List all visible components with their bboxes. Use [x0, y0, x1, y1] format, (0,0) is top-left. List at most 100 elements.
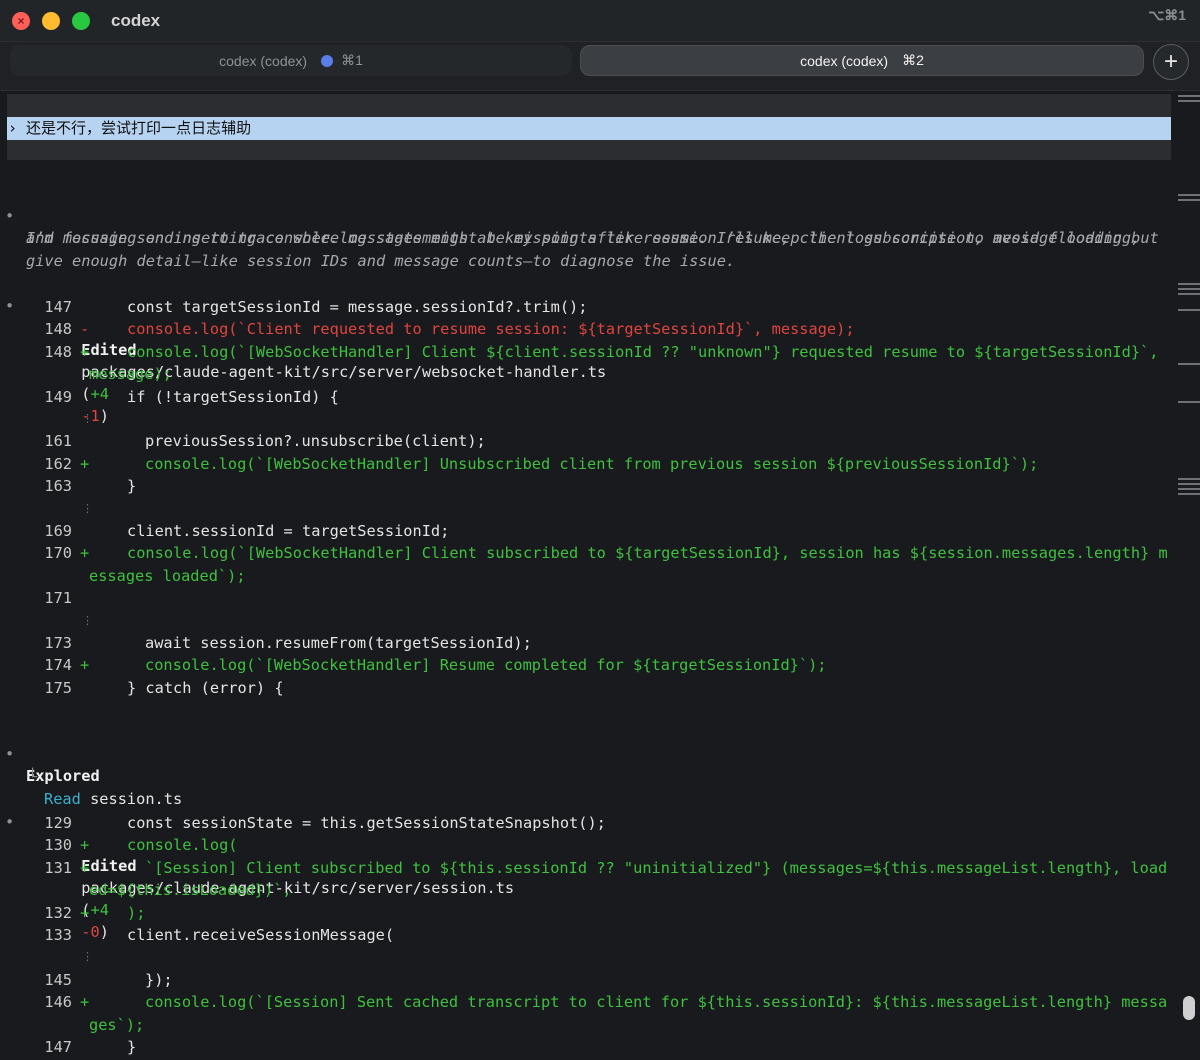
thinking-line: • I’m focusing on inserting console.log …: [0, 183, 1175, 247]
terminal-pane[interactable]: › 还是不行，尝试打印一点日志辅助 • I’m focusing on inse…: [0, 90, 1200, 1060]
tab-codex-2[interactable]: codex (codex) ⌘2: [580, 45, 1144, 76]
line-number: 148: [44, 320, 72, 339]
tab-label: codex (codex): [800, 52, 889, 69]
code-text: const targetSessionId = message.sessionI…: [127, 298, 588, 316]
diff-row: 161 previousSession?.unsubscribe(client);: [0, 430, 1175, 452]
ellipsis-icon: ⋮: [82, 501, 93, 515]
code-text: console.log(`[WebSocketHandler] Client $…: [127, 342, 1159, 361]
diff-row: 131 + `[Session] Client subscribed to ${th…: [0, 857, 1175, 879]
scrollbar-thumb[interactable]: [1183, 996, 1195, 1020]
code-text: previousSession?.unsubscribe(client);: [145, 432, 486, 451]
scroll-marker: [1178, 488, 1200, 490]
diff-row: ⋮: [0, 946, 1175, 968]
scroll-marker: [1178, 478, 1200, 480]
ellipsis-icon: ⋮: [82, 412, 93, 425]
tab-label: codex (codex): [219, 52, 308, 69]
line-number: 148: [44, 342, 72, 361]
diff-sign: +: [80, 544, 90, 563]
diff-row: essages loaded`);: [0, 565, 1175, 587]
diff-row: 171: [0, 587, 1175, 609]
diff-row: ed=${this.isLoaded})`,: [0, 879, 1175, 901]
code-text: }: [127, 477, 137, 496]
diff-row: 175 } catch (error) {: [0, 677, 1175, 699]
code-text: `[Session] Client subscribed to ${this.s…: [145, 858, 1168, 877]
scroll-marker: [1178, 309, 1200, 311]
code-text: if (!targetSessionId) {: [127, 387, 339, 406]
code-text: message);: [89, 365, 172, 384]
code-text: } catch (error) {: [127, 678, 284, 697]
diff-sign: +: [80, 454, 90, 473]
diff-row: 149 if (!targetSessionId) {: [0, 386, 1175, 408]
explored-item: └ Read session.ts: [0, 744, 1175, 808]
line-number: 161: [44, 432, 72, 451]
diff-row: 170 + console.log(`[WebSocketHandler] Clie…: [0, 542, 1175, 564]
scroll-marker: [1178, 363, 1200, 365]
diff-sign: +: [80, 903, 90, 922]
scroll-marker: [1178, 283, 1200, 285]
diff-sign: -: [80, 320, 90, 339]
ellipsis-icon: ⋮: [82, 950, 93, 964]
line-number: 171: [44, 589, 72, 608]
tree-branch-icon: └: [28, 768, 38, 786]
line-number: 146: [44, 993, 72, 1012]
diff-row: 173 await session.resumeFrom(targetSessio…: [0, 632, 1175, 654]
diff-row: 174 + console.log(`[WebSocketHandler] Resu…: [0, 654, 1175, 676]
diff-row: 169 client.sessionId = targetSessionId;: [0, 520, 1175, 542]
code-text: );: [127, 903, 146, 922]
diff-row: ⋮: [0, 408, 1175, 430]
code-text: }: [127, 1038, 137, 1056]
line-number: 133: [44, 926, 72, 944]
scrollbar[interactable]: [1178, 91, 1200, 1060]
diff-sign: +: [80, 858, 90, 877]
edit-header: • Edited packages/claude-agent-kit/src/s…: [0, 789, 1175, 941]
line-number: 147: [44, 1038, 72, 1056]
line-number: 145: [44, 970, 72, 989]
new-tab-button[interactable]: +: [1153, 44, 1189, 80]
diff-row: 163}: [0, 475, 1175, 497]
diff-row: 145});: [0, 969, 1175, 991]
user-prompt: › 还是不行，尝试打印一点日志辅助: [7, 117, 1171, 140]
scroll-marker: [1178, 194, 1200, 196]
code-text: ges`);: [89, 1015, 145, 1034]
scroll-marker: [1178, 288, 1200, 290]
scroll-marker: [1178, 100, 1200, 102]
line-number: 130: [44, 836, 72, 855]
close-icon: ×: [17, 14, 25, 28]
close-window-button[interactable]: ×: [12, 12, 30, 30]
code-text: });: [145, 970, 173, 989]
code-text: console.log(`[Session] Sent cached trans…: [145, 993, 1168, 1012]
diff-row: 132 +);: [0, 902, 1175, 924]
line-number: 147: [44, 298, 72, 316]
line-number: 149: [44, 387, 72, 406]
scroll-marker: [1178, 95, 1200, 97]
ellipsis-icon: ⋮: [82, 613, 93, 627]
minimize-window-button[interactable]: [42, 12, 60, 30]
diff-row: 147}: [0, 1036, 1175, 1058]
line-number: 175: [44, 678, 72, 697]
line-number: 169: [44, 522, 72, 540]
diff-row: 162 + console.log(`[WebSocketHandler] Unsu…: [0, 453, 1175, 475]
tab-codex-1[interactable]: codex (codex) ⌘1: [10, 45, 572, 76]
code-text: console.log(`[WebSocketHandler] Unsubscr…: [145, 454, 1039, 473]
diff-row: message);: [0, 363, 1175, 385]
code-text: console.log(`[WebSocketHandler] Client s…: [127, 544, 1168, 563]
thinking-line: and message sending to trace where messa…: [0, 205, 1175, 247]
scroll-marker: [1178, 493, 1200, 495]
line-number: 129: [44, 814, 72, 832]
code-text: const sessionState = this.getSessionStat…: [127, 814, 606, 832]
window-title: codex: [111, 11, 161, 30]
maximize-window-button[interactable]: [72, 12, 90, 30]
thinking-line: give enough detail—like session IDs and …: [0, 228, 1175, 270]
scroll-marker: [1178, 483, 1200, 485]
activity-dot-icon: [321, 54, 334, 67]
scroll-marker: [1178, 401, 1200, 403]
diff-sign: +: [80, 342, 90, 361]
diff-row: 133 client.receiveSessionMessage(: [0, 924, 1175, 946]
line-number: 173: [44, 634, 72, 652]
line-number: 163: [44, 477, 72, 496]
diff-row: 147 const targetSessionId = message.sessi…: [0, 296, 1175, 318]
diff-row: 148- console.log(`Client requested to res…: [0, 318, 1175, 340]
code-text: await session.resumeFrom(targetSessionId…: [145, 634, 532, 652]
scroll-marker: [1178, 293, 1200, 295]
diff-row: 148 + console.log(`[WebSocketHandler] Clie…: [0, 341, 1175, 363]
